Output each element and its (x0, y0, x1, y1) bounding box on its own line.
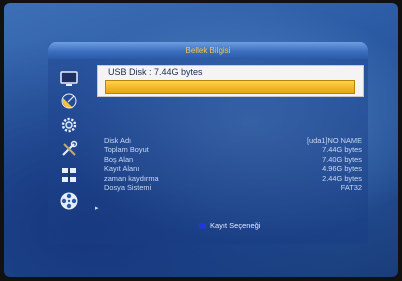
menu-title: Bellek Bilgisi (48, 42, 368, 59)
detail-key: Boş Alan (104, 154, 134, 164)
detail-key: Disk Adı (104, 136, 132, 145)
blue-key-icon (199, 222, 206, 229)
detail-value: 2.44G bytes (322, 173, 362, 183)
submenu-arrow-icon: ▸ (95, 205, 99, 212)
detail-value: 7.44G bytes (322, 145, 362, 155)
detail-row-file-system: Dosya Sistemi FAT32 (104, 183, 362, 192)
tv-icon[interactable] (58, 69, 80, 89)
detail-row-total-size: Toplam Boyut 7.44G bytes (104, 145, 362, 154)
sidebar (52, 69, 92, 221)
detail-row-free-space: Boş Alan 7.40G bytes (104, 155, 362, 164)
usb-disk-box: USB Disk : 7.44G bytes (97, 65, 364, 97)
tools-icon[interactable] (58, 139, 80, 159)
detail-value: 7.40G bytes (322, 154, 362, 164)
tv-screen: Bellek Bilgisi ▸ USB Disk: 7.44G bytes … (4, 3, 398, 277)
usb-usage-bar (105, 80, 355, 94)
detail-row-record-area: Kayıt Alanı 4.96G bytes (104, 164, 362, 173)
disk-details: Disk Adı [uda1]NO NAME Toplam Boyut 7.44… (104, 136, 362, 192)
detail-key: Dosya Sistemi (104, 182, 152, 192)
detail-key: Kayıt Alanı (104, 164, 140, 174)
settings-gear-icon[interactable] (58, 115, 80, 135)
satellite-dish-icon[interactable] (58, 91, 80, 111)
detail-value: [uda1]NO NAME (306, 136, 362, 145)
network-icon[interactable] (58, 165, 80, 185)
detail-key: zaman kaydırma (104, 173, 159, 183)
record-options-label: Kayıt Seçeneği (210, 221, 261, 230)
footer-hint[interactable]: Kayıt Seçeneği (199, 221, 260, 230)
media-reel-icon[interactable] (58, 191, 80, 211)
detail-value: 4.96G bytes (322, 164, 362, 174)
detail-row-timeshift: zaman kaydırma 2.44G bytes (104, 174, 362, 183)
detail-row-disk-name: Disk Adı [uda1]NO NAME (104, 136, 362, 145)
detail-value: FAT32 (340, 182, 362, 192)
usb-disk-label: USB Disk : 7.44G bytes (108, 67, 203, 77)
detail-key: Toplam Boyut (104, 145, 149, 155)
